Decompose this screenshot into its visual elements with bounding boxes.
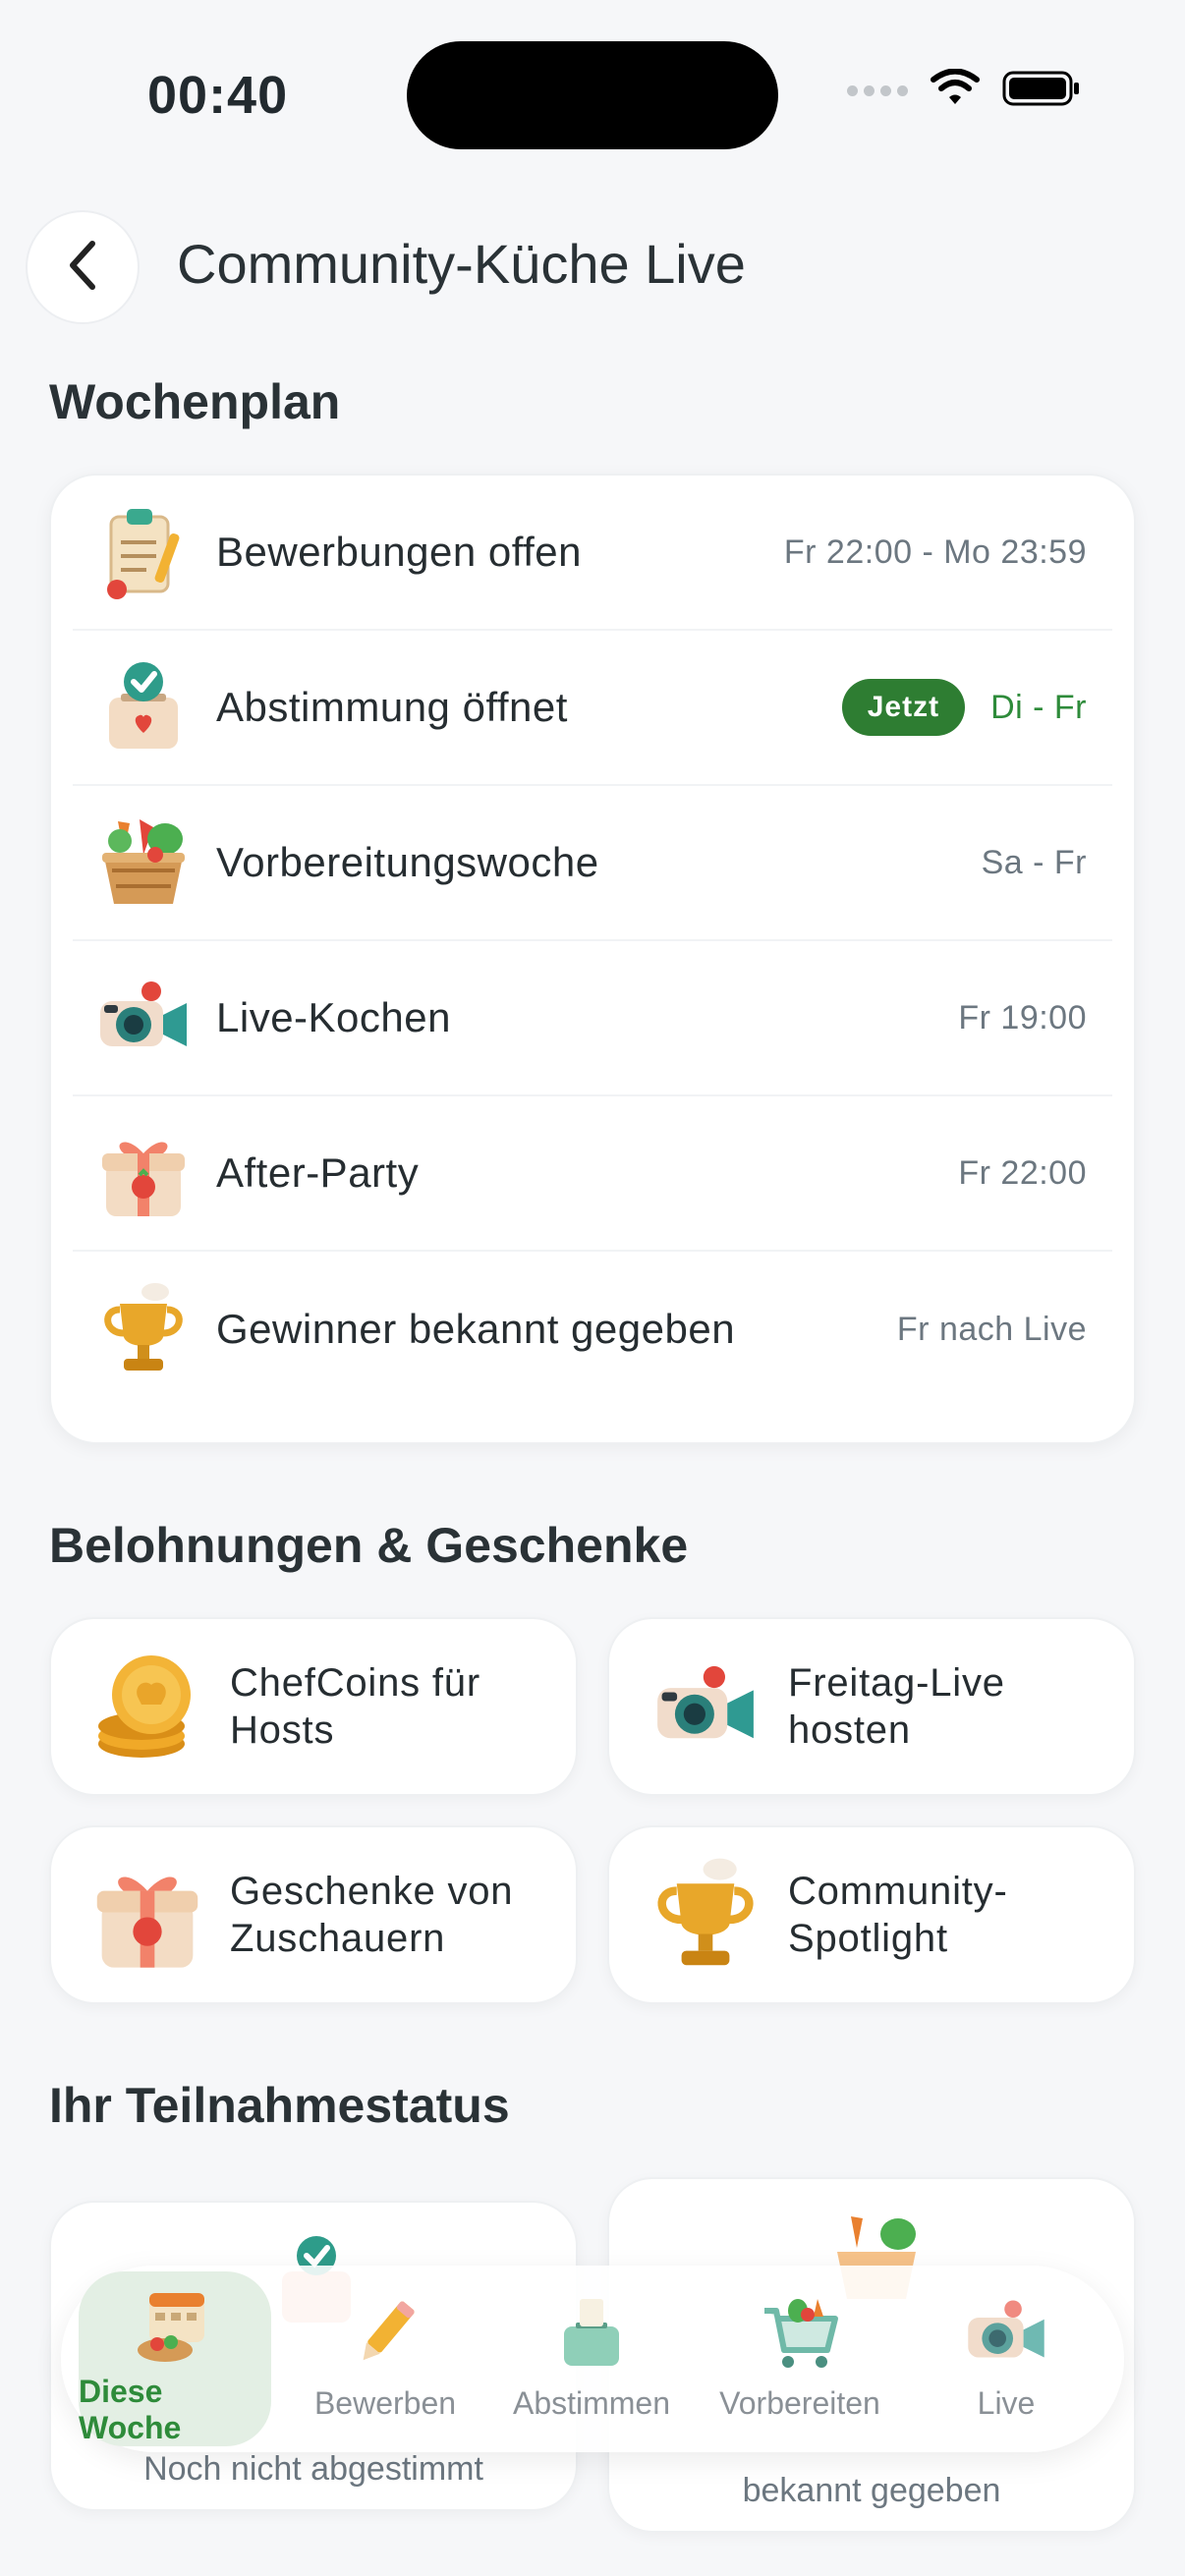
reward-label-line2: Hosts — [230, 1708, 335, 1752]
camera-icon — [959, 2285, 1053, 2380]
shopping-cart-icon — [753, 2285, 847, 2380]
schedule-row[interactable]: Abstimmung öffnet Jetzt Di - Fr — [73, 631, 1112, 786]
tab-abstimmen[interactable]: Abstimmen — [495, 2271, 688, 2446]
schedule-row[interactable]: Live-Kochen Fr 19:00 — [73, 941, 1112, 1096]
tab-label: Diese Woche — [79, 2374, 182, 2445]
reward-label-line2: Zuschauern — [230, 1917, 446, 1960]
tab-bewerben[interactable]: Bewerben — [289, 2271, 481, 2446]
bottom-navigation: Diese Woche Bewerben Abstimmen Vorbereit… — [61, 2266, 1124, 2452]
vegetable-basket-icon — [92, 812, 195, 914]
pencil-icon — [338, 2285, 432, 2380]
tab-vorbereiten[interactable]: Vorbereiten — [704, 2271, 896, 2446]
schedule-section-title: Wochenplan — [49, 374, 341, 429]
schedule-label: Vorbereitungswoche — [216, 839, 599, 885]
schedule-time: Fr nach Live — [896, 1310, 1087, 1348]
reward-label-line1: Community- — [788, 1870, 1008, 1913]
back-button[interactable] — [26, 210, 140, 324]
participation-section-title: Ihr Teilnahmestatus — [49, 2078, 510, 2133]
tab-diese-woche[interactable]: Diese Woche — [79, 2271, 271, 2446]
status-badge: Jetzt — [841, 679, 966, 736]
reward-card-spotlight[interactable]: Community- Spotlight — [607, 1825, 1136, 2004]
trophy-icon — [92, 1278, 195, 1380]
app-screen: 00:40 Community-Küche Live Wochenplan Be… — [0, 0, 1185, 2576]
wifi-icon — [930, 68, 981, 113]
camera-icon — [645, 1646, 766, 1767]
rewards-section-title: Belohnungen & Geschenke — [49, 1518, 689, 1573]
status-time: 00:40 — [147, 66, 289, 125]
reward-card-chefcoins[interactable]: ChefCoins für Hosts — [49, 1617, 578, 1796]
schedule-card: Bewerbungen offen Fr 22:00 - Mo 23:59 Ab… — [49, 474, 1136, 1444]
participation-status-text: bekannt gegeben — [742, 2472, 1001, 2509]
coins-icon — [86, 1646, 208, 1767]
tab-label: Bewerben — [313, 2385, 457, 2421]
ballot-box-icon — [544, 2285, 639, 2380]
page-title: Community-Küche Live — [177, 233, 746, 295]
reward-label-line1: Freitag-Live — [788, 1661, 1005, 1705]
tab-label: Vorbereiten — [719, 2385, 880, 2421]
tab-label: Live — [977, 2385, 1036, 2421]
schedule-time: Di - Fr — [990, 688, 1087, 726]
schedule-label: Live-Kochen — [216, 994, 451, 1040]
gift-icon — [86, 1854, 208, 1976]
reward-card-gifts[interactable]: Geschenke von Zuschauern — [49, 1825, 578, 2004]
schedule-label: Bewerbungen offen — [216, 529, 583, 575]
schedule-label: Gewinner bekannt gegeben — [216, 1306, 736, 1352]
tab-live[interactable]: Live — [910, 2271, 1102, 2446]
schedule-time: Fr 22:00 — [958, 1153, 1087, 1192]
battery-icon — [1002, 69, 1081, 113]
signal-icon — [847, 85, 908, 96]
schedule-time: Fr 19:00 — [958, 998, 1087, 1036]
dynamic-island — [407, 41, 778, 149]
participation-status-text: Noch nicht abgestimmt — [143, 2450, 483, 2488]
schedule-time: Fr 22:00 - Mo 23:59 — [783, 532, 1087, 571]
schedule-time: Sa - Fr — [981, 843, 1087, 881]
camera-icon — [92, 967, 195, 1069]
schedule-row[interactable]: After-Party Fr 22:00 — [73, 1096, 1112, 1252]
reward-label-line1: Geschenke von — [230, 1870, 514, 1913]
ballot-box-icon — [92, 656, 195, 758]
calendar-meal-icon — [128, 2285, 222, 2368]
reward-label-line2: hosten — [788, 1708, 911, 1752]
chevron-left-icon — [63, 238, 102, 298]
schedule-row[interactable]: Bewerbungen offen Fr 22:00 - Mo 23:59 — [73, 476, 1112, 631]
gift-icon — [92, 1122, 195, 1224]
status-indicators — [847, 68, 1081, 113]
reward-label-line2: Spotlight — [788, 1917, 948, 1960]
schedule-row[interactable]: Gewinner bekannt gegeben Fr nach Live — [73, 1252, 1112, 1407]
schedule-label: After-Party — [216, 1149, 420, 1196]
schedule-row[interactable]: Vorbereitungswoche Sa - Fr — [73, 786, 1112, 941]
reward-card-live-host[interactable]: Freitag-Live hosten — [607, 1617, 1136, 1796]
trophy-icon — [645, 1854, 766, 1976]
reward-label-line1: ChefCoins für — [230, 1661, 480, 1705]
schedule-label: Abstimmung öffnet — [216, 684, 568, 730]
clipboard-icon — [92, 501, 195, 603]
tab-label: Abstimmen — [512, 2385, 671, 2421]
